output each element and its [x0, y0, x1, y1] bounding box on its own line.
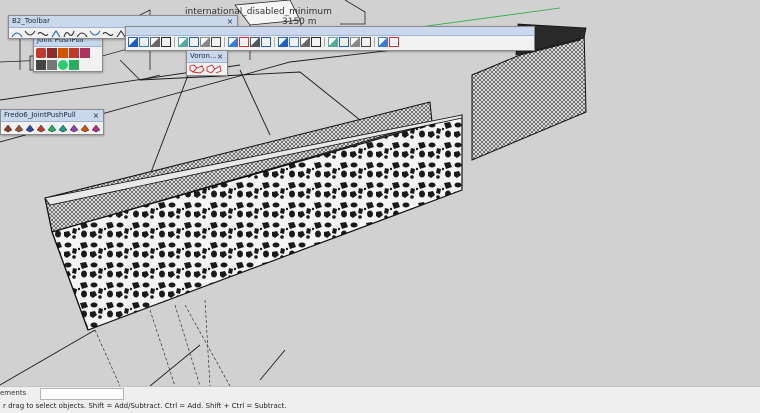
delete-icon[interactable]: [328, 37, 338, 47]
scale-icon[interactable]: [361, 37, 371, 47]
close-icon[interactable]: ×: [215, 51, 225, 62]
group-icon[interactable]: [211, 37, 221, 47]
flip-icon[interactable]: [378, 37, 388, 47]
tools-row: [126, 36, 534, 48]
style-icon[interactable]: [278, 37, 288, 47]
pushpull-joint-icon[interactable]: [3, 123, 13, 133]
close-icon[interactable]: ×: [91, 110, 101, 121]
toolbar-title-text: Fredo6_JointPushPull: [4, 111, 76, 119]
green-shape-icon[interactable]: [58, 60, 68, 70]
voronoi-3d-icon[interactable]: [206, 64, 222, 74]
mesh-icon[interactable]: [189, 37, 199, 47]
pushpull-undo-icon[interactable]: [69, 123, 79, 133]
toolbar-separator: [324, 37, 325, 47]
b2-strip-title: [126, 27, 534, 36]
orbit-icon[interactable]: [289, 37, 299, 47]
curve-tool-icon[interactable]: [37, 29, 49, 39]
status-bar: ements r drag to select objects. Shift =…: [0, 386, 760, 413]
rotate-icon[interactable]: [350, 37, 360, 47]
move-icon[interactable]: [339, 37, 349, 47]
pushpull-settings-icon[interactable]: [91, 123, 101, 133]
toolbar-icons-row2: [34, 59, 102, 71]
voronoi-icons: [187, 63, 227, 75]
zoom-icon[interactable]: [300, 37, 310, 47]
grid-icon[interactable]: [178, 37, 188, 47]
pushpull-normal-icon[interactable]: [58, 48, 68, 58]
pushpull-redo-icon[interactable]: [80, 123, 90, 133]
pushpull-extrude-icon[interactable]: [69, 48, 79, 58]
texture-icon[interactable]: [311, 37, 321, 47]
toolbar-separator: [374, 37, 375, 47]
fredo6-title: Fredo6_JointPushPull ×: [1, 110, 103, 122]
shadow-icon[interactable]: [261, 37, 271, 47]
section-icon[interactable]: [250, 37, 260, 47]
ruler-icon[interactable]: [161, 37, 171, 47]
select-icon[interactable]: [128, 37, 138, 47]
measurements-input[interactable]: [40, 388, 124, 400]
status-hint-text: r drag to select objects. Shift = Add/Su…: [3, 402, 287, 410]
curve-tool-icon[interactable]: [11, 29, 23, 39]
b2-tool-strip: [125, 26, 535, 51]
curve-tool-icon[interactable]: [102, 29, 114, 39]
pattern-icon[interactable]: [36, 60, 46, 70]
fredo6-icons: [1, 122, 103, 134]
pushpull-follow-icon[interactable]: [80, 48, 90, 58]
curve-tool-icon[interactable]: [89, 29, 101, 39]
toolbar-separator: [174, 37, 175, 47]
pushpull-follow-icon[interactable]: [47, 123, 57, 133]
measurements-label: ements: [0, 389, 27, 397]
toolbar-separator: [274, 37, 275, 47]
toolbar-icons: [34, 47, 102, 59]
voronoi-toolbar: Voron... ×: [186, 50, 228, 76]
curve-tool-icon[interactable]: [63, 29, 75, 39]
curve-tool-icon[interactable]: [50, 29, 62, 39]
pushpull-vector-icon[interactable]: [47, 48, 57, 58]
component-icon[interactable]: [200, 37, 210, 47]
pushpull-normal-icon[interactable]: [25, 123, 35, 133]
align-icon[interactable]: [389, 37, 399, 47]
voronoi-icon[interactable]: [189, 64, 205, 74]
toolbar-title-text: Voron...: [190, 52, 217, 60]
fredo6-jointpushpull-toolbar: Fredo6_JointPushPull ×: [0, 109, 104, 135]
toolbar-separator: [224, 37, 225, 47]
layers-icon[interactable]: [150, 37, 160, 47]
paint-icon[interactable]: [139, 37, 149, 47]
curve-tool-icon[interactable]: [24, 29, 36, 39]
voronoi-title: Voron... ×: [187, 51, 227, 63]
pushpull-extrude-icon[interactable]: [36, 123, 46, 133]
green-shape-icon[interactable]: [69, 60, 79, 70]
pushpull-joint-icon[interactable]: [36, 48, 46, 58]
model-viewport[interactable]: [0, 0, 760, 386]
pushpull-vector-icon[interactable]: [14, 123, 24, 133]
view-icon[interactable]: [228, 37, 238, 47]
pattern-icon[interactable]: [47, 60, 57, 70]
toolbar-title-text: B2_Toolbar: [12, 17, 50, 25]
camera-icon[interactable]: [239, 37, 249, 47]
curve-tool-icon[interactable]: [76, 29, 88, 39]
pushpull-thicken-icon[interactable]: [58, 123, 68, 133]
